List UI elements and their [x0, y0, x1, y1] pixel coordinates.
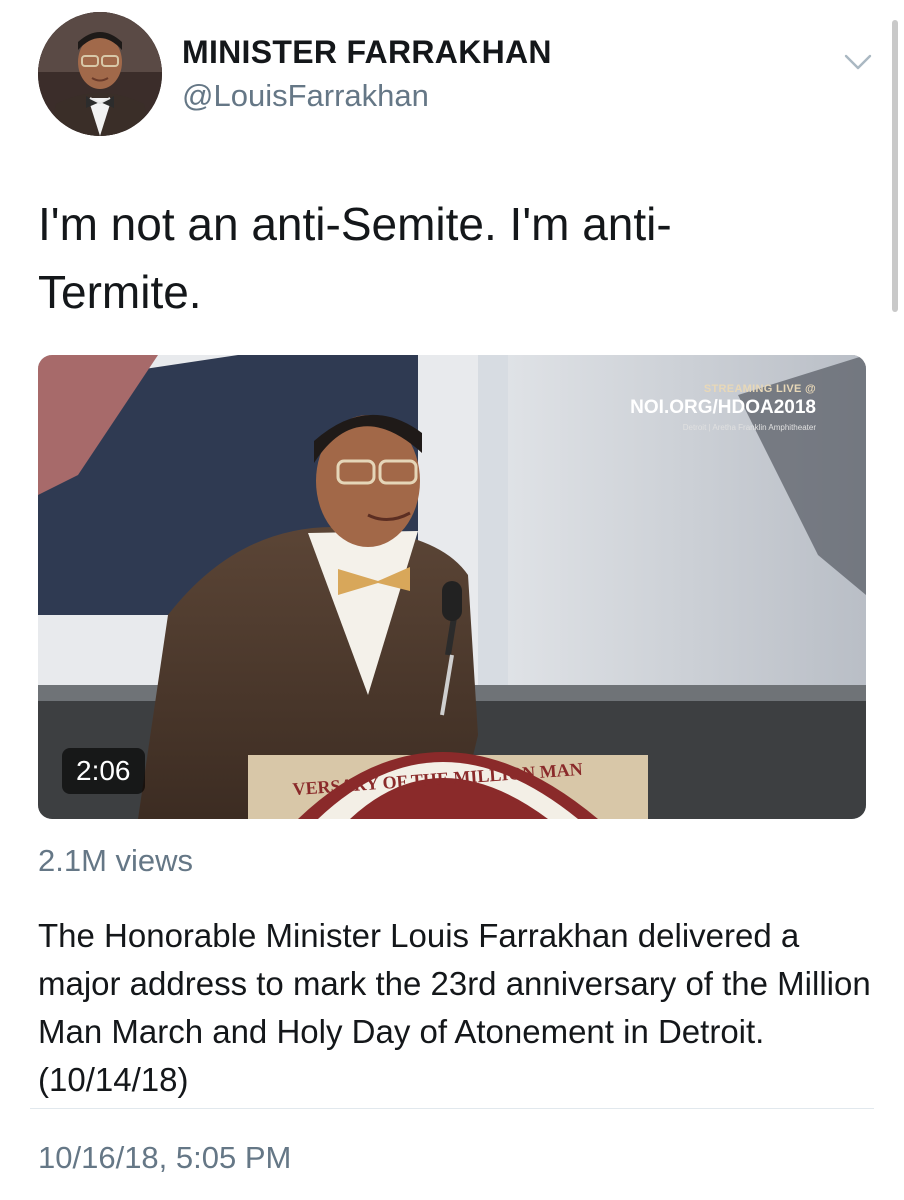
view-count: 2.1M views	[38, 843, 194, 878]
tweet-header: MINISTER FARRAKHAN @LouisFarrakhan	[38, 12, 878, 138]
avatar-photo	[38, 12, 162, 136]
stream-label: STREAMING LIVE @	[703, 383, 816, 395]
author-name[interactable]: MINISTER FARRAKHAN	[182, 34, 552, 71]
stream-venue: Detroit | Aretha Franklin Amphitheater	[682, 423, 816, 432]
stream-url: NOI.ORG/HDOA2018	[630, 397, 816, 418]
scrollbar[interactable]	[892, 20, 898, 312]
divider	[30, 1108, 874, 1109]
chevron-down-icon[interactable]	[844, 52, 872, 72]
stream-overlay: STREAMING LIVE @ NOI.ORG/HDOA2018 Detroi…	[630, 383, 816, 432]
video-player[interactable]: VERSARY OF THE MILLION MAN STREAMING LIV…	[38, 355, 866, 819]
tweet-text: I'm not an anti-Semite. I'm anti-Termite…	[38, 198, 672, 318]
author-handle[interactable]: @LouisFarrakhan	[182, 78, 429, 114]
video-duration-badge: 2:06	[62, 748, 145, 794]
tweet-timestamp[interactable]: 10/16/18, 5:05 PM	[38, 1140, 291, 1176]
avatar[interactable]	[38, 12, 162, 136]
video-description: The Honorable Minister Louis Farrakhan d…	[38, 917, 871, 1098]
